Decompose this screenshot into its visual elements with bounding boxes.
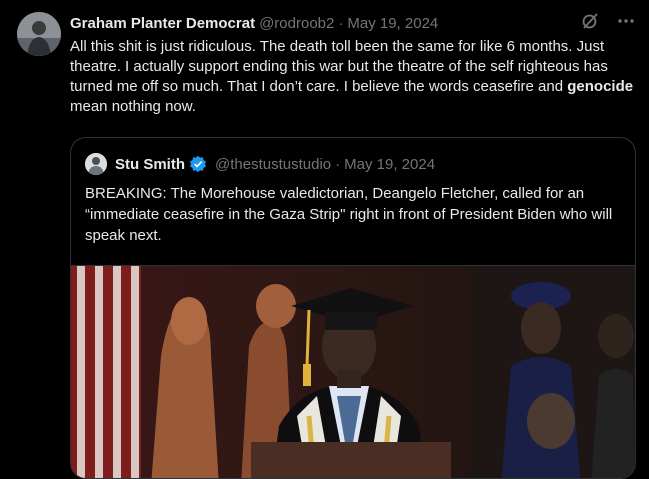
quoted-author-handle: @thestustustudio [215, 155, 332, 173]
author-avatar[interactable] [17, 12, 61, 56]
header-actions [581, 12, 635, 34]
post-text-part1: All this shit is just ridiculous. The de… [70, 38, 608, 95]
quoted-date: May 19, 2024 [344, 155, 436, 173]
verified-badge-icon [189, 155, 207, 173]
author-handle[interactable]: @rodroob2 [259, 15, 334, 32]
separator-dot: · [338, 14, 344, 32]
more-options-icon[interactable] [617, 12, 635, 35]
graduation-photo [71, 266, 635, 478]
post-text-part2: mean nothing now. [70, 98, 196, 115]
post-date[interactable]: May 19, 2024 [347, 15, 438, 32]
quoted-text: BREAKING: The Morehouse valedictorian, D… [85, 185, 613, 244]
post-text: All this shit is just ridiculous. The de… [70, 37, 638, 117]
quoted-media-image[interactable] [71, 265, 635, 478]
quoted-post[interactable]: Stu Smith @thestustustudio · May 19, 202… [70, 137, 636, 479]
avatar-image [17, 12, 61, 56]
grok-icon[interactable] [581, 12, 599, 35]
post-text-bold: genocide [567, 78, 634, 95]
post: Graham Planter Democrat @rodroob2 · May … [70, 12, 649, 117]
post-header: Graham Planter Democrat @rodroob2 · May … [70, 12, 649, 34]
quoted-author-name: Stu Smith [115, 155, 185, 173]
quoted-avatar [85, 153, 107, 175]
quoted-header: Stu Smith @thestustustudio · May 19, 202… [85, 153, 435, 175]
quoted-separator-dot: · [335, 155, 341, 173]
author-name[interactable]: Graham Planter Democrat [70, 15, 255, 32]
